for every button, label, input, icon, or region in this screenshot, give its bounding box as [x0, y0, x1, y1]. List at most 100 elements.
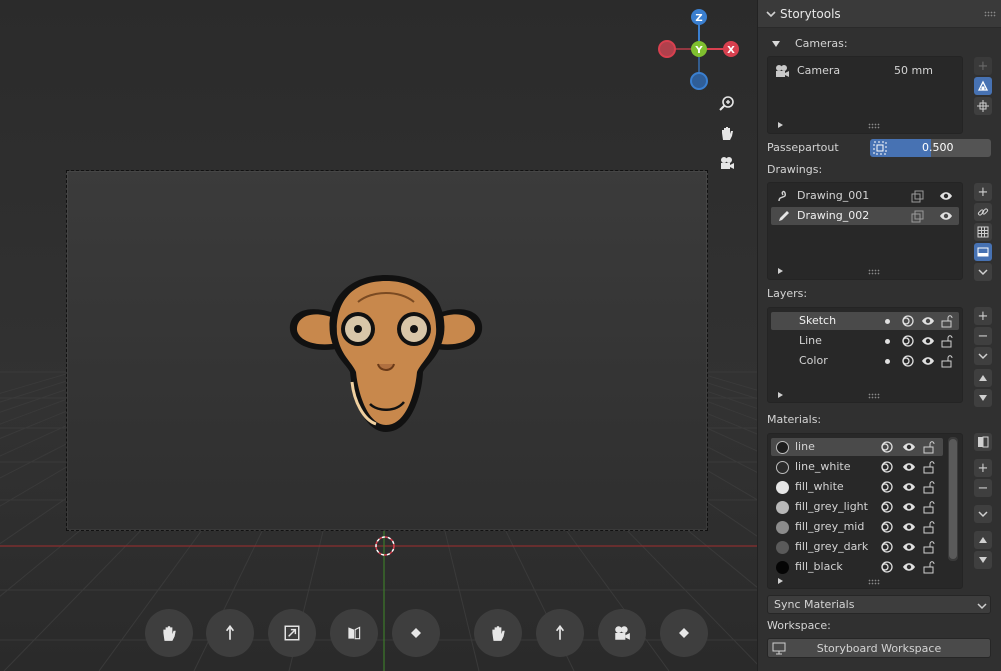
unlock-icon[interactable]	[940, 354, 954, 368]
move-material-down-button[interactable]	[974, 551, 992, 569]
material-row[interactable]: fill_grey_dark	[771, 538, 943, 556]
hand-pan-icon[interactable]	[714, 120, 740, 146]
sync-materials-dropdown[interactable]: Sync Materials	[767, 595, 991, 614]
onion-dot-icon[interactable]	[885, 319, 890, 324]
eye-icon[interactable]	[901, 500, 917, 514]
material-preview-button[interactable]	[974, 433, 992, 451]
materials-menu-button[interactable]	[974, 505, 992, 523]
layer-row-line[interactable]: Line	[771, 332, 959, 350]
remove-material-button[interactable]: −	[974, 479, 992, 497]
eye-icon[interactable]	[901, 440, 917, 454]
drawings-list[interactable]: Drawing_001 Drawing_002	[767, 182, 963, 280]
eye-icon[interactable]	[901, 480, 917, 494]
frame-drawing-button[interactable]	[974, 243, 992, 261]
rotate-tool-button[interactable]	[330, 609, 378, 657]
material-row[interactable]: fill_white	[771, 478, 943, 496]
hand-tool-button[interactable]	[145, 609, 193, 657]
hand-tool-button-2[interactable]	[474, 609, 522, 657]
expand-arrow-icon[interactable]	[778, 578, 783, 584]
camera-active-button[interactable]	[974, 77, 992, 95]
eye-icon[interactable]	[921, 355, 935, 367]
material-name[interactable]: fill_grey_light	[795, 500, 868, 513]
drawing-name[interactable]: Drawing_002	[797, 209, 869, 222]
expand-arrow-icon[interactable]	[778, 122, 783, 128]
expand-arrow-icon[interactable]	[778, 392, 783, 398]
unlock-icon[interactable]	[921, 460, 937, 474]
onion-skin-icon[interactable]	[879, 540, 895, 554]
3d-viewport[interactable]: Z X Y	[0, 0, 757, 671]
storyboard-workspace-button[interactable]: Storyboard Workspace	[767, 638, 991, 658]
onion-skin-icon[interactable]	[879, 440, 895, 454]
move-up-tool-button[interactable]	[206, 609, 254, 657]
material-name[interactable]: fill_grey_mid	[795, 520, 864, 533]
add-camera-button[interactable]: +	[974, 57, 992, 75]
materials-scrollbar[interactable]	[948, 437, 958, 561]
move-material-up-button[interactable]	[974, 531, 992, 549]
drawing-row-2[interactable]: Drawing_002	[771, 207, 959, 225]
expand-arrow-icon[interactable]	[778, 268, 783, 274]
triangle-down-icon[interactable]	[772, 40, 780, 48]
eye-icon[interactable]	[901, 520, 917, 534]
resize-grip-icon[interactable]	[868, 579, 880, 585]
material-name[interactable]: line_white	[795, 460, 850, 473]
onion-skin-icon[interactable]	[901, 335, 915, 347]
material-name[interactable]: line	[795, 440, 815, 453]
layers-list[interactable]: Sketch Line Color	[767, 307, 963, 403]
resize-grip-icon[interactable]	[868, 269, 880, 275]
scrollbar-thumb[interactable]	[949, 439, 957, 559]
material-row[interactable]: fill_grey_light	[771, 498, 943, 516]
onion-skin-icon[interactable]	[901, 355, 915, 367]
onion-dot-icon[interactable]	[885, 339, 890, 344]
unlock-icon[interactable]	[940, 334, 954, 348]
drawings-menu-button[interactable]	[974, 263, 992, 281]
cameras-list[interactable]: Camera 50 mm	[767, 56, 963, 134]
unlock-icon[interactable]	[921, 520, 937, 534]
material-name[interactable]: fill_grey_dark	[795, 540, 868, 553]
unlock-icon[interactable]	[940, 314, 954, 328]
move-layer-up-button[interactable]	[974, 369, 992, 387]
layer-name[interactable]: Color	[799, 354, 828, 367]
unlock-icon[interactable]	[921, 500, 937, 514]
move-up-tool-button-2[interactable]	[536, 609, 584, 657]
camera-tool-button[interactable]	[598, 609, 646, 657]
drawing-name[interactable]: Drawing_001	[797, 189, 869, 202]
resize-grip-icon[interactable]	[868, 123, 880, 129]
remove-layer-button[interactable]: −	[974, 327, 992, 345]
onion-skin-icon[interactable]	[879, 460, 895, 474]
navigation-gizmo[interactable]: Z X Y	[655, 6, 745, 92]
drag-grip-icon[interactable]	[984, 11, 996, 17]
chevron-down-icon[interactable]	[766, 9, 776, 19]
eye-icon[interactable]	[939, 210, 953, 222]
keyframe-tool-button-2[interactable]	[660, 609, 708, 657]
camera-crosshair-button[interactable]	[974, 97, 992, 115]
eye-icon[interactable]	[921, 335, 935, 347]
onion-skin-icon[interactable]	[901, 315, 915, 327]
add-layer-button[interactable]: +	[974, 307, 992, 325]
scale-tool-button[interactable]	[268, 609, 316, 657]
grid-drawing-button[interactable]	[974, 223, 992, 241]
layer-row-color[interactable]: Color	[771, 352, 959, 370]
unlock-icon[interactable]	[921, 440, 937, 454]
material-row[interactable]: fill_black	[771, 558, 943, 576]
camera-view-icon[interactable]	[714, 150, 740, 176]
eye-icon[interactable]	[939, 190, 953, 202]
duplicate-icon[interactable]	[911, 190, 924, 203]
material-row[interactable]: line_white	[771, 458, 943, 476]
eye-icon[interactable]	[901, 460, 917, 474]
material-row[interactable]: fill_grey_mid	[771, 518, 943, 536]
layer-row-sketch[interactable]: Sketch	[771, 312, 959, 330]
onion-skin-icon[interactable]	[879, 500, 895, 514]
move-layer-down-button[interactable]	[974, 389, 992, 407]
add-drawing-button[interactable]: +	[974, 183, 992, 201]
materials-list[interactable]: line line_white fill_white fill_grey_lightf…	[767, 433, 963, 589]
unlock-icon[interactable]	[921, 540, 937, 554]
layer-name[interactable]: Line	[799, 334, 822, 347]
resize-grip-icon[interactable]	[868, 393, 880, 399]
add-material-button[interactable]: +	[974, 459, 992, 477]
eye-icon[interactable]	[901, 560, 917, 574]
camera-lens[interactable]: 50 mm	[894, 64, 933, 77]
onion-dot-icon[interactable]	[885, 359, 890, 364]
link-drawing-button[interactable]	[974, 203, 992, 221]
passepartout-slider[interactable]: 0.500	[870, 139, 991, 157]
duplicate-icon[interactable]	[911, 210, 924, 223]
